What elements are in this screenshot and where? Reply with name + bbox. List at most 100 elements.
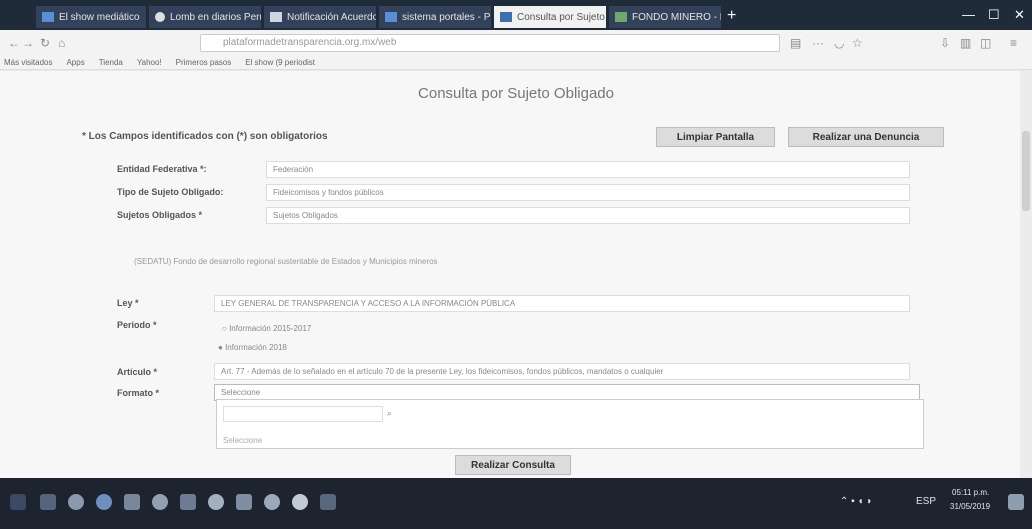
subject-type-label: Tipo de Sujeto Obligado: — [117, 187, 224, 197]
bookmark-star-icon[interactable]: ☆ — [852, 36, 863, 50]
browser-tab[interactable]: FONDO MINERO - Bu ✕ — [609, 6, 721, 28]
address-bar[interactable]: plataformadetransparencia.org.mx/web — [200, 34, 780, 52]
search-icon: ⌕ — [387, 408, 393, 418]
notifications-icon[interactable] — [1008, 494, 1024, 510]
reload-icon[interactable]: ↻ — [40, 36, 50, 50]
dropdown-option[interactable]: Seleccione — [223, 436, 262, 445]
store-icon[interactable] — [124, 494, 140, 510]
article-value: Art. 77 - Además de lo señalado en el ar… — [221, 367, 664, 376]
period-radio-2018[interactable]: ● Información 2018 — [218, 343, 287, 352]
bookmark-item[interactable]: Tienda — [99, 58, 123, 67]
report-complaint-button[interactable]: Realizar una Denuncia — [788, 127, 944, 147]
law-select[interactable]: LEY GENERAL DE TRANSPARENCIA Y ACCESO A … — [214, 295, 910, 312]
tab-label: FONDO MINERO - Bu — [632, 11, 721, 23]
bookmark-item[interactable]: Apps — [66, 58, 84, 67]
new-tab-button[interactable]: + — [727, 7, 736, 25]
tab-label: Lomb en diarios Peru — [170, 11, 261, 23]
clear-screen-button[interactable]: Limpiar Pantalla — [656, 127, 775, 147]
task-view-icon[interactable] — [40, 494, 56, 510]
browser-tab-active[interactable]: Consulta por Sujeto ✕ — [494, 6, 606, 28]
bookmark-item[interactable]: Más visitados — [4, 58, 52, 67]
language-indicator[interactable]: ESP — [916, 496, 936, 507]
tab-label: Consulta por Sujeto — [517, 11, 605, 23]
period-label: Periodo * — [117, 320, 157, 330]
taskbar: ⌃ ▪ ◖ ◗ ESP 05:11 p.m. 31/05/2019 — [0, 478, 1032, 529]
tab-label: Notificación Acuerdo — [287, 11, 376, 23]
back-icon[interactable]: ← — [8, 36, 20, 50]
more-icon[interactable]: ··· — [812, 36, 824, 50]
format-label: Formato * — [117, 388, 160, 398]
period-radio-2015-2017[interactable]: ○ Información 2015-2017 — [222, 324, 311, 333]
window-icon[interactable] — [320, 494, 336, 510]
bookmark-item[interactable]: Primeros pasos — [176, 58, 232, 67]
tab-label: El show mediático — [59, 11, 140, 23]
entity-label: Entidad Federativa *: — [117, 164, 207, 174]
law-label: Ley * — [117, 298, 139, 308]
dropdown-search-input[interactable] — [223, 406, 383, 422]
cortana-icon[interactable] — [264, 494, 280, 510]
forward-icon[interactable]: → — [22, 36, 34, 50]
scrollbar-thumb[interactable] — [1022, 131, 1030, 211]
page-content: Consulta por Sujeto Obligado * Los Campo… — [0, 71, 1032, 478]
start-icon[interactable] — [10, 494, 26, 510]
tab-favicon-icon — [615, 12, 627, 22]
law-value: LEY GENERAL DE TRANSPARENCIA Y ACCESO A … — [221, 299, 516, 308]
subject-type-value: Fideicomisos y fondos públicos — [273, 188, 384, 197]
run-query-button[interactable]: Realizar Consulta — [455, 455, 571, 475]
page-title: Consulta por Sujeto Obligado — [418, 85, 614, 102]
tab-favicon-icon — [155, 12, 165, 22]
browser-tab[interactable]: sistema portales - PNT ✕ — [379, 6, 491, 28]
reader-icon[interactable]: ▤ — [790, 36, 801, 50]
selected-subject-text: (SEDATU) Fondo de desarrollo regional su… — [134, 257, 438, 266]
chrome-icon[interactable] — [68, 494, 84, 510]
tab-favicon-icon — [500, 12, 512, 22]
subjects-value: Sujetos Obligados — [273, 211, 338, 220]
subject-type-select[interactable]: Fideicomisos y fondos públicos — [266, 184, 910, 201]
required-fields-note: * Los Campos identificados con (*) son o… — [82, 131, 328, 142]
bookmark-item[interactable]: Yahoo! — [137, 58, 162, 67]
browser-tab[interactable]: Notificación Acuerdo ✕ — [264, 6, 376, 28]
format-value: Seleccione — [221, 388, 261, 397]
article-label: Artículo * — [117, 367, 158, 377]
library-icon[interactable]: ▥ — [960, 36, 971, 50]
app-icon[interactable] — [152, 494, 168, 510]
tray-icons[interactable]: ⌃ ▪ ◖ ◗ — [840, 496, 872, 507]
tab-favicon-icon — [270, 12, 282, 22]
browser-tab[interactable]: El show mediático ✕ — [36, 6, 146, 28]
subjects-label: Sujetos Obligados * — [117, 210, 203, 220]
sidebar-icon[interactable]: ◫ — [980, 36, 991, 50]
pocket-icon[interactable]: ◡ — [834, 36, 844, 50]
subjects-select[interactable]: Sujetos Obligados — [266, 207, 910, 224]
browser-tab[interactable]: Lomb en diarios Peru ✕ — [149, 6, 261, 28]
close-tab-icon[interactable]: ✕ — [140, 12, 147, 23]
edge-icon[interactable] — [96, 494, 112, 510]
period-option-label: Información 2015-2017 — [229, 324, 312, 333]
address-text: plataformadetransparencia.org.mx/web — [223, 37, 397, 48]
close-tab-icon[interactable]: ✕ — [605, 12, 606, 23]
browser-tab-bar: El show mediático ✕ Lomb en diarios Peru… — [0, 0, 1032, 30]
browser-toolbar: ← → ↻ ⌂ plataformadetransparencia.org.mx… — [0, 30, 1032, 57]
period-option-label: Información 2018 — [225, 343, 287, 352]
clock-time[interactable]: 05:11 p.m. — [952, 488, 989, 497]
home-icon[interactable]: ⌂ — [58, 36, 65, 50]
bookmarks-bar: Más visitados Apps Tienda Yahoo! Primero… — [0, 56, 1032, 70]
clock-date[interactable]: 31/05/2019 — [950, 502, 990, 511]
page-scrollbar[interactable] — [1020, 71, 1032, 478]
maximize-button[interactable]: ☐ — [988, 7, 1000, 23]
close-window-button[interactable]: ✕ — [1014, 7, 1025, 23]
entity-value: Federación — [273, 165, 314, 174]
photos-icon[interactable] — [236, 494, 252, 510]
tab-favicon-icon — [42, 12, 54, 22]
tab-favicon-icon — [385, 12, 397, 22]
format-dropdown-list: ⌕ Seleccione — [216, 399, 924, 449]
firefox-icon[interactable] — [292, 494, 308, 510]
minimize-button[interactable]: — — [962, 7, 975, 22]
bookmark-item[interactable]: El show (9 periodist — [245, 58, 315, 67]
tab-label: sistema portales - PNT — [402, 11, 491, 23]
article-select[interactable]: Art. 77 - Además de lo señalado en el ar… — [214, 363, 910, 380]
media-icon[interactable] — [208, 494, 224, 510]
download-icon[interactable]: ⇩ — [940, 36, 950, 50]
entity-select[interactable]: Federación — [266, 161, 910, 178]
menu-icon[interactable]: ≡ — [1010, 36, 1017, 50]
mail-icon[interactable] — [180, 494, 196, 510]
